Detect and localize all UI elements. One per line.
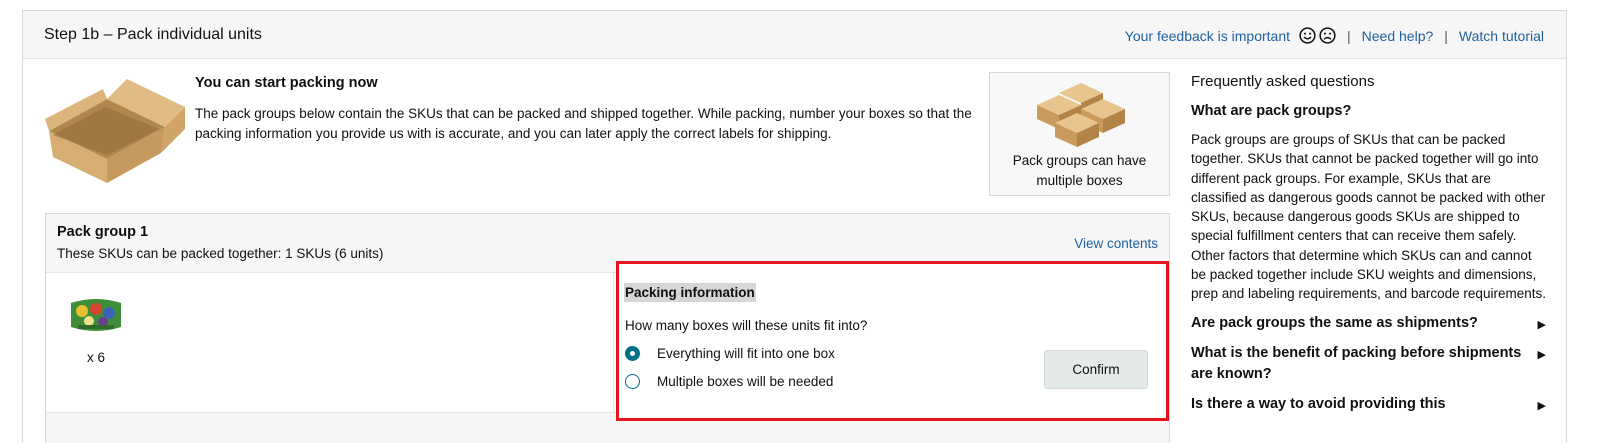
pack-groups-card-text: Pack groups can have multiple boxes xyxy=(1012,153,1147,188)
watch-tutorial-link[interactable]: Watch tutorial xyxy=(1459,28,1544,44)
triangle-right-icon: ▶ xyxy=(1537,318,1546,331)
faq-answer: Pack groups are groups of SKUs that can … xyxy=(1191,132,1546,302)
radio-button-selected[interactable] xyxy=(625,346,640,361)
step-header: Step 1b – Pack individual units Your fee… xyxy=(23,11,1566,59)
stacked-boxes-illustration xyxy=(1037,83,1125,147)
view-contents-link[interactable]: View contents xyxy=(1074,236,1158,251)
step-title: Step 1b – Pack individual units xyxy=(44,26,262,43)
header-links: Your feedback is important | Need help? … xyxy=(1125,27,1544,44)
pack-units-panel: Step 1b – Pack individual units Your fee… xyxy=(22,10,1567,443)
sku-product-thumbnail xyxy=(71,299,121,331)
one-box-option[interactable]: Everything will fit into one box xyxy=(625,346,835,361)
link-separator: | xyxy=(1444,27,1448,44)
faq-title: Frequently asked questions xyxy=(1191,73,1375,90)
multiple-boxes-option[interactable]: Multiple boxes will be needed xyxy=(625,374,833,389)
multiple-boxes-label: Multiple boxes will be needed xyxy=(657,374,834,389)
sad-face-icon[interactable] xyxy=(1319,27,1336,44)
pack-group-name: Pack group 1 xyxy=(57,224,149,240)
faq-panel: Frequently asked questions What are pack… xyxy=(1191,73,1546,415)
packing-info-title: Packing information xyxy=(624,283,756,302)
link-separator: | xyxy=(1347,27,1351,44)
triangle-right-icon: ▶ xyxy=(1537,348,1546,361)
pack-group-summary: These SKUs can be packed together: 1 SKU… xyxy=(57,246,384,261)
start-packing-title: You can start packing now xyxy=(195,75,378,91)
sku-quantity: x 6 xyxy=(87,350,106,365)
faq-question[interactable]: Is there a way to avoid providing this ▶ xyxy=(1191,394,1546,415)
faq-question[interactable]: What is the benefit of packing before sh… xyxy=(1191,343,1546,385)
open-box-illustration xyxy=(45,79,185,183)
need-help-link[interactable]: Need help? xyxy=(1362,28,1434,44)
start-packing-description: The pack groups below contain the SKUs t… xyxy=(195,106,972,141)
faq-question[interactable]: Are pack groups the same as shipments? ▶ xyxy=(1191,313,1546,334)
sku-list: x 6 xyxy=(46,273,614,412)
happy-face-icon[interactable] xyxy=(1299,27,1316,44)
one-box-label: Everything will fit into one box xyxy=(657,346,835,361)
packing-information-section: Packing information How many boxes will … xyxy=(616,261,1169,421)
confirm-button[interactable]: Confirm xyxy=(1044,350,1148,389)
faq-question-expanded[interactable]: What are pack groups? xyxy=(1191,103,1546,119)
triangle-right-icon: ▶ xyxy=(1537,399,1546,412)
pack-groups-info-card: Pack groups can have multiple boxes xyxy=(989,72,1170,196)
box-count-question: How many boxes will these units fit into… xyxy=(625,318,868,333)
feedback-link[interactable]: Your feedback is important xyxy=(1125,28,1290,44)
radio-button[interactable] xyxy=(625,374,640,389)
